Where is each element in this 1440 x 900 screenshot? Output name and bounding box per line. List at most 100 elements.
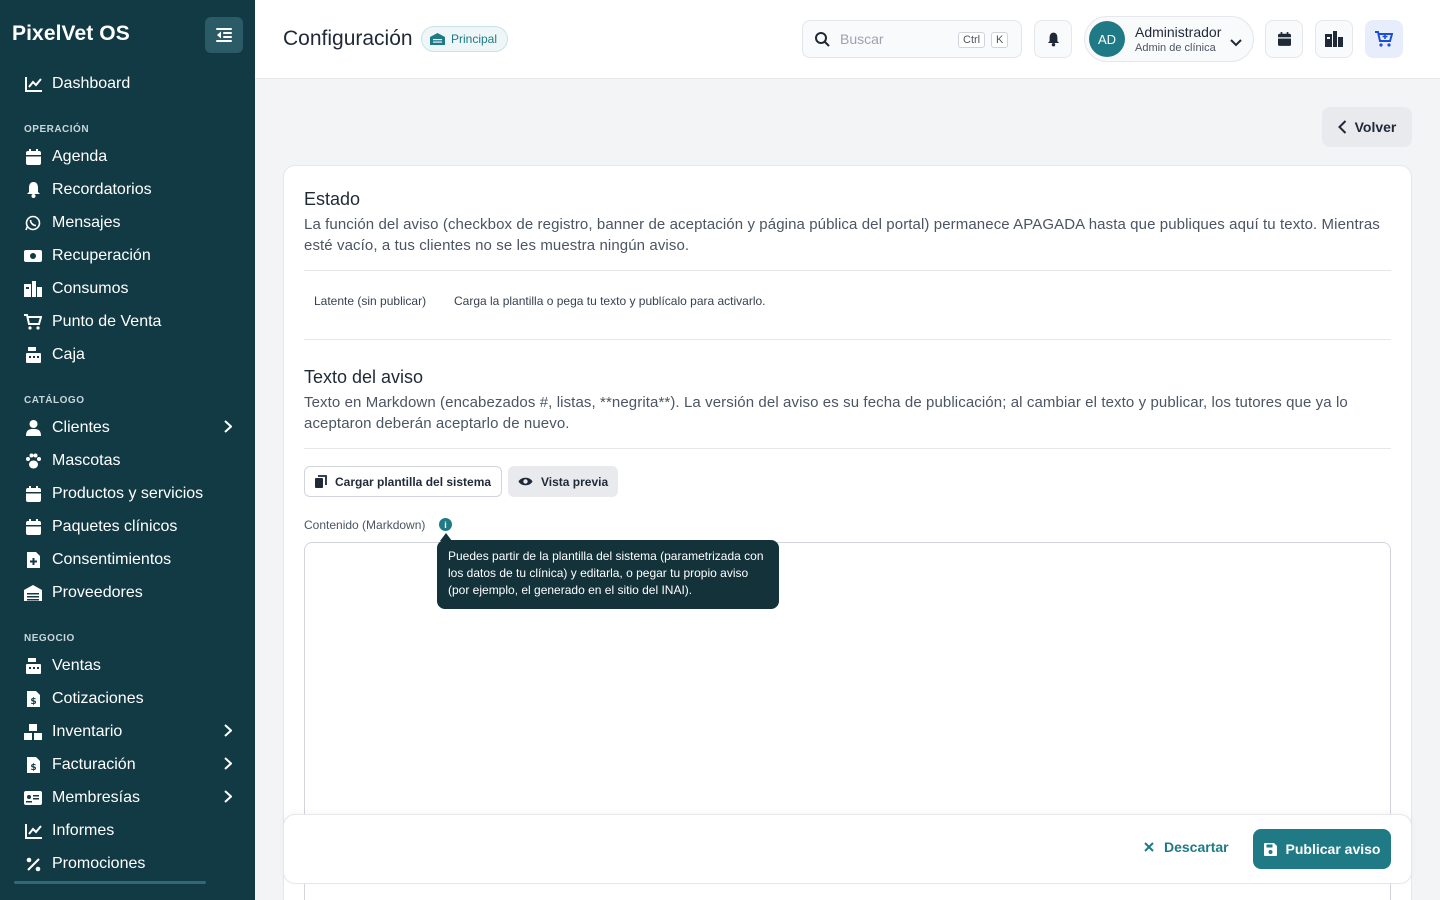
consumption-icon [24,280,42,298]
save-icon [1263,842,1277,856]
sidebar-item-cotizaciones[interactable]: $ Cotizaciones [14,684,242,714]
action-bar: Descartar Publicar aviso [283,814,1412,884]
warehouse-icon [24,584,42,602]
sidebar-item-recuperacion[interactable]: Recuperación [14,241,242,271]
file-plus-icon [24,551,42,569]
branch-badge-label: Principal [451,32,498,46]
svg-text:$: $ [30,763,36,773]
sidebar-item-label: Ventas [52,657,101,674]
building-icon [430,33,445,45]
calendar-icon [24,518,42,536]
publish-button[interactable]: Publicar aviso [1253,829,1391,869]
cart-plus-icon [1375,31,1393,47]
branch-badge[interactable]: Principal [421,26,509,52]
user-name: Administrador [1135,24,1222,40]
paw-icon [24,452,42,470]
bell-icon [24,181,42,199]
id-card-icon [24,789,42,807]
sidebar-item-consumos[interactable]: Consumos [14,274,242,304]
sidebar-item-membresias[interactable]: Membresías [14,783,242,813]
info-tooltip: Puedes partir de la plantilla del sistem… [437,540,779,609]
sidebar-item-paquetes-clinicos[interactable]: Paquetes clínicos [14,512,242,542]
sidebar-item-mensajes[interactable]: Mensajes [14,208,242,238]
sidebar-item-consentimientos[interactable]: Consentimientos [14,545,242,575]
svg-text:$: $ [30,697,36,707]
kbd-ctrl: Ctrl [958,32,986,48]
topbar: Configuración Principal Ctrl K AD Admini… [255,0,1440,79]
chevron-left-icon [1337,120,1346,134]
sidebar-item-facturacion[interactable]: $ Facturación [14,750,242,780]
sidebar-item-label: Proveedores [52,584,143,601]
sidebar-item-promociones[interactable]: Promociones [14,849,242,879]
notifications-button[interactable] [1034,20,1072,58]
cart-icon [24,313,42,331]
sidebar-item-agenda[interactable]: Agenda [14,142,242,172]
collapse-sidebar-button[interactable] [205,17,243,53]
search-input[interactable] [840,31,950,47]
invoice-dollar-icon: $ [24,690,42,708]
divider [304,448,1391,449]
chevron-down-icon [1230,34,1242,52]
invoice-dollar-icon: $ [24,756,42,774]
sidebar-item-productos-y-servicios[interactable]: Productos y servicios [14,479,242,509]
chart-line-icon [24,822,42,840]
sidebar-item-label: Recuperación [52,247,151,264]
sidebar-item-label: Punto de Venta [52,313,162,330]
chart-line-icon [24,75,42,93]
calendar-icon [24,485,42,503]
notice-settings-card: Estado La función del aviso (checkbox de… [283,165,1412,900]
sidebar-item-informes[interactable]: Informes [14,816,242,846]
preview-label: Vista previa [541,474,609,489]
cash-register-icon [24,346,42,364]
chevron-right-icon [224,724,233,742]
sidebar-item-label: Dashboard [52,75,131,92]
sidebar-item-inventario[interactable]: Inventario [14,717,242,747]
estado-title: Estado [304,189,361,209]
calendar-button[interactable] [1265,20,1303,58]
search-icon [815,31,830,47]
info-icon[interactable]: i [439,518,452,531]
sidebar-item-label: Facturación [52,756,136,773]
whatsapp-icon [24,214,42,232]
sidebar-item-mascotas[interactable]: Mascotas [14,446,242,476]
chevron-right-icon [224,757,233,775]
search-box[interactable]: Ctrl K [802,20,1022,58]
content-field-label: Contenido (Markdown) [304,518,426,532]
consumption-button[interactable] [1315,20,1353,58]
discard-button[interactable]: Descartar [1144,839,1229,855]
back-button-label: Volver [1354,119,1397,135]
discard-label: Descartar [1164,839,1229,855]
point-of-sale-button[interactable] [1365,20,1403,58]
section-negocio: NEGOCIO [24,633,75,644]
user-role: Admin de clínica [1135,42,1216,54]
sidebar-item-caja[interactable]: Caja [14,340,242,370]
sidebar-item-clientes[interactable]: Clientes [14,413,242,443]
status-text: Carga la plantilla o pega tu texto y pub… [454,294,766,308]
preview-button[interactable]: Vista previa [508,466,619,497]
percent-icon [24,855,42,873]
eye-icon [518,477,533,486]
sidebar-item-label: Mascotas [52,452,121,469]
close-icon [1144,842,1154,852]
divider [304,270,1391,271]
status-label: Latente (sin publicar) [314,294,427,308]
user-menu[interactable]: AD Administrador Admin de clínica [1084,16,1254,62]
sidebar-item-proveedores[interactable]: Proveedores [14,578,242,608]
load-template-label: Cargar plantilla del sistema [335,474,492,489]
sidebar-item-label: Agenda [52,148,108,165]
boxes-icon [24,723,42,741]
sidebar-item-label: Inventario [52,723,123,740]
back-button[interactable]: Volver [1322,107,1412,147]
load-template-button[interactable]: Cargar plantilla del sistema [304,466,503,497]
bell-icon [1047,32,1059,46]
sidebar-item-punto-de-venta[interactable]: Punto de Venta [14,307,242,337]
sidebar-item-label: Productos y servicios [52,485,204,502]
sidebar-scroll-indicator [14,881,206,884]
sidebar-item-recordatorios[interactable]: Recordatorios [14,175,242,205]
page-title: Configuración [283,27,413,50]
kbd-k: K [991,32,1009,48]
sidebar: PixelVet OS Dashboard OPERACIÓN Agenda R… [0,0,255,900]
sidebar-item-label: Paquetes clínicos [52,518,178,535]
sidebar-item-ventas[interactable]: Ventas [14,651,242,681]
sidebar-item-dashboard[interactable]: Dashboard [14,69,242,99]
